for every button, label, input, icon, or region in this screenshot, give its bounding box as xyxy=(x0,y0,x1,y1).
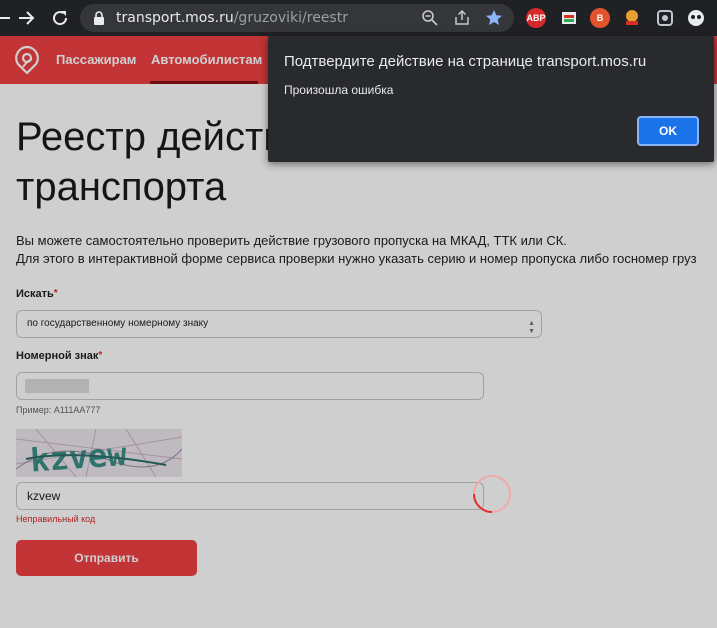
extension-4-icon[interactable] xyxy=(622,8,642,28)
share-icon[interactable] xyxy=(452,8,472,28)
dialog-message: Произошла ошибка xyxy=(284,83,394,97)
extension-6-icon[interactable] xyxy=(686,8,706,28)
ok-button[interactable]: OK xyxy=(637,116,699,146)
dialog-title: Подтвердите действие на странице transpo… xyxy=(284,53,647,70)
lock-icon[interactable] xyxy=(90,9,108,27)
url-text: transport.mos.ru/gruzoviki/reestr xyxy=(116,9,348,27)
url-domain: transport.mos.ru xyxy=(116,10,234,26)
browser-toolbar: transport.mos.ru/gruzoviki/reestr ABP B xyxy=(0,0,717,36)
reload-icon[interactable] xyxy=(48,6,72,30)
extension-2-icon[interactable] xyxy=(559,8,579,28)
extension-5-icon[interactable] xyxy=(655,8,675,28)
loading-spinner-icon xyxy=(472,474,512,514)
bookmark-star-icon[interactable] xyxy=(484,8,504,28)
alert-dialog: Подтвердите действие на странице transpo… xyxy=(268,36,714,162)
extension-3-icon[interactable]: B xyxy=(590,8,610,28)
forward-arrow-icon[interactable] xyxy=(14,6,38,30)
adblock-plus-icon[interactable]: ABP xyxy=(526,8,546,28)
address-bar[interactable]: transport.mos.ru/gruzoviki/reestr xyxy=(80,4,514,32)
zoom-icon[interactable] xyxy=(420,8,440,28)
url-path: /gruzoviki/reestr xyxy=(233,10,348,26)
